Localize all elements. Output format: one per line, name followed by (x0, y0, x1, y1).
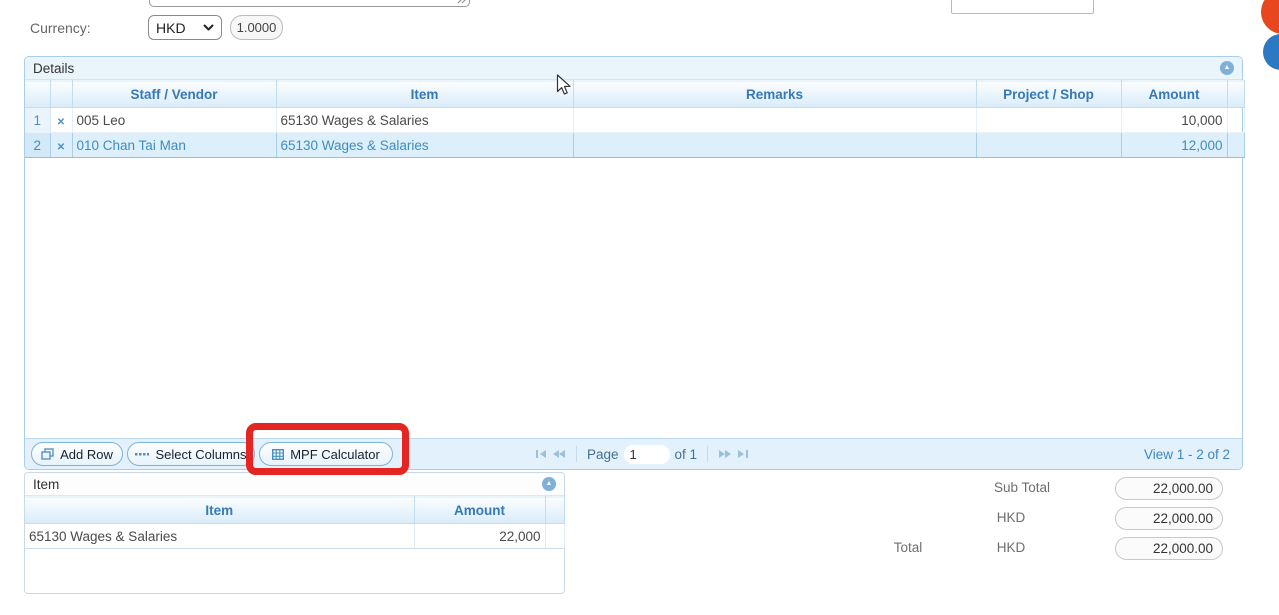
cell-filler (1227, 133, 1244, 158)
exchange-rate-field[interactable]: 1.0000 (230, 15, 283, 40)
cell-project-shop[interactable] (976, 108, 1121, 133)
cell-project-shop[interactable] (976, 133, 1121, 158)
row-number: 1 (25, 108, 50, 133)
delete-row-icon[interactable]: ✕ (57, 142, 65, 153)
chevron-down-icon (203, 24, 214, 31)
cell-item[interactable]: 65130 Wages & Salaries (276, 108, 573, 133)
col-item[interactable]: Item (276, 81, 573, 108)
col-amount[interactable]: Amount (1121, 81, 1227, 108)
sub-total-currency-value: 22,000.00 (1115, 507, 1223, 530)
collapse-details-icon[interactable]: ▲ (1220, 61, 1234, 75)
cell-staff-vendor[interactable]: 010 Chan Tai Man (72, 133, 276, 158)
col-staff-vendor[interactable]: Staff / Vendor (72, 81, 276, 108)
table-row[interactable]: 65130 Wages & Salaries 22,000 (25, 524, 564, 549)
floating-red-button[interactable] (1261, 0, 1279, 34)
page-label: Page (587, 447, 619, 462)
cell-remarks[interactable] (573, 108, 976, 133)
page-of-label: of 1 (675, 447, 698, 462)
total-value: 22,000.00 (1115, 537, 1223, 560)
cell-item[interactable]: 65130 Wages & Salaries (276, 133, 573, 158)
collapse-item-icon[interactable]: ▲ (542, 477, 556, 491)
details-panel: Details ▲ Staff / Vendor Item Remarks Pr… (24, 56, 1243, 470)
page-input[interactable] (624, 445, 670, 464)
col-amount[interactable]: Amount (414, 497, 545, 524)
col-rownum (25, 81, 50, 108)
col-filler (1227, 81, 1244, 108)
cell-filler (545, 524, 564, 549)
item-header-row: Item Amount (25, 497, 564, 524)
col-project-shop[interactable]: Project / Shop (976, 81, 1121, 108)
floating-blue-button[interactable] (1263, 34, 1279, 70)
cell-filler (1227, 108, 1244, 133)
add-row-icon (41, 448, 54, 460)
col-filler (545, 497, 564, 524)
cell-remarks[interactable] (573, 133, 976, 158)
mpf-calculator-icon (272, 449, 284, 460)
select-columns-button[interactable]: Select Columns (127, 442, 255, 466)
first-page-icon[interactable] (535, 449, 547, 459)
pager-divider (576, 446, 577, 462)
table-row[interactable]: 1 ✕ 005 Leo 65130 Wages & Salaries 10,00… (25, 108, 1244, 133)
currency-label: Currency: (30, 20, 91, 36)
pager-divider (707, 446, 708, 462)
details-header-row: Staff / Vendor Item Remarks Project / Sh… (25, 81, 1244, 108)
total-currency-label: HKD (972, 537, 1050, 559)
mpf-calculator-button[interactable]: MPF Calculator (259, 442, 393, 466)
cell-item: 65130 Wages & Salaries (25, 524, 414, 549)
sub-total-label: Sub Total (972, 477, 1072, 499)
pagination: Page of 1 (535, 445, 749, 464)
next-page-icon[interactable] (718, 449, 732, 459)
details-table: Staff / Vendor Item Remarks Project / Sh… (25, 80, 1245, 158)
sub-total-value: 22,000.00 (1115, 477, 1223, 500)
details-panel-title: Details (33, 61, 74, 76)
select-columns-icon (135, 450, 149, 458)
cell-amount[interactable]: 10,000 (1121, 108, 1227, 133)
details-panel-header: Details ▲ (25, 57, 1242, 80)
item-summary-panel: Item ▲ Item Amount 65130 Wages & Salarie… (24, 472, 565, 594)
details-grid-toolbar: Add Row Select Columns MPF Calculator (25, 438, 1242, 469)
remarks-textarea[interactable] (149, 0, 470, 7)
cell-amount[interactable]: 12,000 (1121, 133, 1227, 158)
item-panel-header: Item ▲ (25, 473, 564, 496)
cell-staff-vendor[interactable]: 005 Leo (72, 108, 276, 133)
cell-amount: 22,000 (414, 524, 545, 549)
resize-grip-icon[interactable] (457, 0, 467, 4)
last-page-icon[interactable] (737, 449, 749, 459)
view-range-label: View 1 - 2 of 2 (1144, 447, 1236, 462)
currency-select-value: HKD (156, 20, 186, 36)
prev-page-icon[interactable] (552, 449, 566, 459)
row-number: 2 (25, 133, 50, 158)
item-panel-title: Item (33, 477, 59, 492)
sub-total-currency-label: HKD (972, 507, 1050, 529)
col-remarks[interactable]: Remarks (573, 81, 976, 108)
add-row-button[interactable]: Add Row (31, 442, 123, 466)
table-row[interactable]: 2 ✕ 010 Chan Tai Man 65130 Wages & Salar… (25, 133, 1244, 158)
delete-row-icon[interactable]: ✕ (57, 117, 65, 128)
col-item[interactable]: Item (25, 497, 414, 524)
item-table: Item Amount 65130 Wages & Salaries 22,00… (25, 496, 565, 549)
col-delete (50, 81, 72, 108)
top-right-input[interactable] (951, 0, 1094, 14)
currency-select[interactable]: HKD (148, 15, 222, 40)
total-label: Total (880, 537, 936, 559)
